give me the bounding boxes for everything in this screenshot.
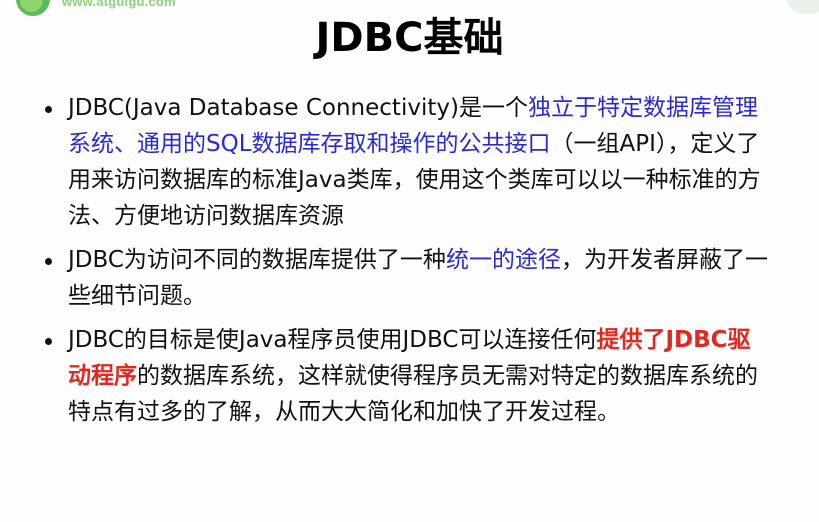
bullet-item: JDBC(Java Database Connectivity)是一个独立于特定… bbox=[42, 90, 772, 234]
bullet-highlight: 统一的途径 bbox=[445, 247, 561, 273]
bullet-list: JDBC(Java Database Connectivity)是一个独立于特定… bbox=[42, 90, 772, 438]
bullet-text: 的数据库系统，这样就使得程序员无需对特定的数据库系统的特点有过多的了解，从而大大… bbox=[68, 363, 758, 425]
bullet-text: JDBC为访问不同的数据库提供了一种 bbox=[68, 247, 446, 273]
bullet-item: JDBC为访问不同的数据库提供了一种统一的途径，为开发者屏蔽了一些细节问题。 bbox=[42, 242, 772, 314]
slide: www.atguigu.com JDBC基础 JDBC(Java Databas… bbox=[0, 0, 819, 522]
bullet-text: JDBC的目标是使Java程序员使用JDBC可以连接任何 bbox=[68, 327, 597, 353]
slide-title: JDBC基础 bbox=[315, 15, 504, 61]
bullet-text: JDBC(Java Database Connectivity)是一个 bbox=[68, 95, 528, 121]
bullet-item: JDBC的目标是使Java程序员使用JDBC可以连接任何提供了JDBC驱动程序的… bbox=[42, 322, 772, 430]
website-url: www.atguigu.com bbox=[62, 0, 176, 9]
